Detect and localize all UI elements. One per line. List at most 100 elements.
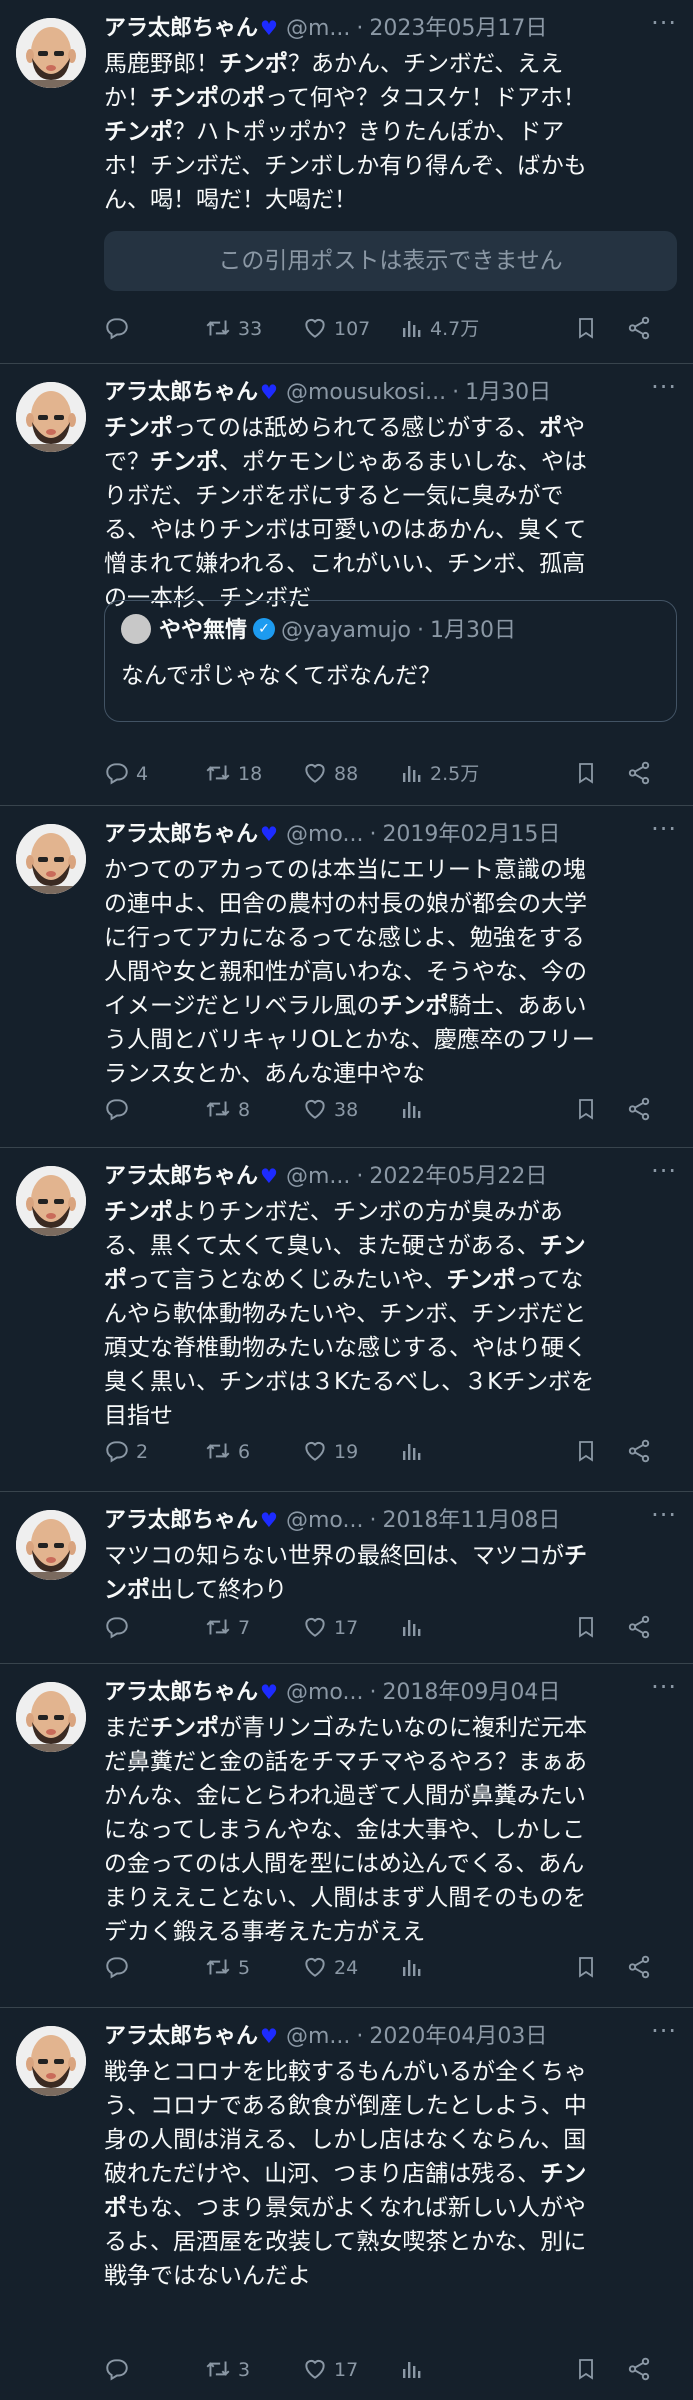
avatar[interactable] xyxy=(16,1166,86,1236)
like-button[interactable]: 107 xyxy=(302,311,370,347)
like-button[interactable]: 17 xyxy=(302,2352,358,2388)
post-date[interactable]: 2020年04月03日 xyxy=(369,2024,547,2049)
reply-button[interactable]: 4 xyxy=(104,756,148,792)
views-button[interactable] xyxy=(400,1434,430,1470)
verified-badge-icon: ✓ xyxy=(253,618,276,640)
post[interactable]: アラ太郎ちゃん ♥ @m... · 2022年05月22日 ··· チンポよりチンボだ、… xyxy=(0,1148,693,1492)
reply-button[interactable] xyxy=(104,311,136,347)
share-button[interactable] xyxy=(626,1092,652,1128)
handle[interactable]: @mo... xyxy=(286,1680,363,1705)
share-button[interactable] xyxy=(626,1434,652,1470)
reply-icon xyxy=(104,1440,130,1463)
avatar[interactable] xyxy=(16,18,86,88)
views-button[interactable] xyxy=(400,1950,430,1986)
views-button[interactable]: 2.5万 xyxy=(400,756,479,792)
more-options-icon[interactable]: ··· xyxy=(651,814,677,854)
bookmark-button[interactable] xyxy=(574,1610,598,1646)
share-button[interactable] xyxy=(626,311,652,347)
post-date[interactable]: 2018年11月08日 xyxy=(382,1508,560,1533)
display-name[interactable]: アラ太郎ちゃん xyxy=(104,822,258,847)
bookmark-button[interactable] xyxy=(574,1092,598,1128)
repost-button[interactable]: 5 xyxy=(204,1950,250,1986)
display-name[interactable]: アラ太郎ちゃん xyxy=(104,1680,258,1705)
avatar[interactable] xyxy=(16,1510,86,1580)
like-button[interactable]: 24 xyxy=(302,1950,358,1986)
post-date[interactable]: 2018年09月04日 xyxy=(382,1680,560,1705)
text-run: まりええことない、人間はまず人間そのものを xyxy=(104,1885,587,1911)
text-run: ホ！チンボだ、チンボしか有り得んぞ、ばかも xyxy=(104,153,587,179)
more-options-icon[interactable]: ··· xyxy=(651,1156,677,1196)
repost-button[interactable]: 7 xyxy=(204,1610,250,1646)
highlighted-text: チンポ xyxy=(379,993,449,1019)
more-options-icon[interactable]: ··· xyxy=(651,8,677,48)
post-text-line: の金ってのは人間を型にはめ込んでくる、あん xyxy=(104,1847,677,1881)
avatar[interactable] xyxy=(16,2026,86,2096)
handle[interactable]: @m... xyxy=(286,2024,350,2049)
display-name[interactable]: アラ太郎ちゃん xyxy=(104,2024,258,2049)
views-button[interactable]: 4.7万 xyxy=(400,311,479,347)
views-button[interactable] xyxy=(400,1610,430,1646)
reply-button[interactable] xyxy=(104,1950,136,1986)
share-button[interactable] xyxy=(626,1950,652,1986)
post[interactable]: アラ太郎ちゃん ♥ @m... · 2023年05月17日 ··· 馬鹿野郎！チンポ？あ… xyxy=(0,0,693,364)
avatar[interactable] xyxy=(16,824,86,894)
repost-button[interactable]: 18 xyxy=(204,756,262,792)
quoted-post[interactable]: やや無情 ✓ @yayamujo · 1月30日 なんでポじゃなくてボなんだ？ xyxy=(104,600,677,722)
more-options-icon[interactable]: ··· xyxy=(651,1500,677,1540)
blue-heart-icon: ♥ xyxy=(260,16,278,40)
avatar[interactable] xyxy=(16,382,86,452)
text-run: の xyxy=(219,85,242,111)
post[interactable]: アラ太郎ちゃん ♥ @mo... · 2018年11月08日 ··· マツコの知らない世… xyxy=(0,1492,693,1664)
bookmark-button[interactable] xyxy=(574,756,598,792)
repost-button[interactable]: 3 xyxy=(204,2352,250,2388)
more-options-icon[interactable]: ··· xyxy=(651,2016,677,2056)
display-name[interactable]: アラ太郎ちゃん xyxy=(104,1164,258,1189)
like-button[interactable]: 38 xyxy=(302,1092,358,1128)
like-button[interactable]: 88 xyxy=(302,756,358,792)
repost-button[interactable]: 8 xyxy=(204,1092,250,1128)
share-icon xyxy=(626,2357,652,2381)
handle[interactable]: @m... xyxy=(286,1164,350,1189)
bookmark-button[interactable] xyxy=(574,311,598,347)
repost-count: 3 xyxy=(238,2359,251,2381)
post[interactable]: アラ太郎ちゃん ♥ @mousukosi... · 1月30日 ··· チンポってのは舐… xyxy=(0,364,693,806)
post[interactable]: アラ太郎ちゃん ♥ @mo... · 2018年09月04日 ··· まだチンポが青リン… xyxy=(0,1664,693,2008)
handle[interactable]: @m... xyxy=(286,16,350,41)
repost-button[interactable]: 6 xyxy=(204,1434,250,1470)
handle[interactable]: @mo... xyxy=(286,1508,363,1533)
post-date[interactable]: 1月30日 xyxy=(465,380,551,405)
share-button[interactable] xyxy=(626,756,652,792)
views-button[interactable] xyxy=(400,2352,430,2388)
bookmark-button[interactable] xyxy=(574,2352,598,2388)
post-date[interactable]: 2022年05月22日 xyxy=(369,1164,547,1189)
quoted-text: なんでポじゃなくてボなんだ？ xyxy=(121,663,442,689)
highlighted-text: チンポ xyxy=(219,51,288,77)
more-options-icon[interactable]: ··· xyxy=(651,1672,677,1712)
text-run: で？ xyxy=(104,449,150,475)
views-button[interactable] xyxy=(400,1092,430,1128)
post-date[interactable]: 2023年05月17日 xyxy=(369,16,547,41)
display-name[interactable]: アラ太郎ちゃん xyxy=(104,380,258,405)
bookmark-button[interactable] xyxy=(574,1434,598,1470)
avatar[interactable] xyxy=(16,1682,86,1752)
like-button[interactable]: 17 xyxy=(302,1610,358,1646)
post[interactable]: アラ太郎ちゃん ♥ @mo... · 2019年02月15日 ··· かつてのアカっての… xyxy=(0,806,693,1148)
handle[interactable]: @mousukosi... xyxy=(286,380,446,405)
share-button[interactable] xyxy=(626,1610,652,1646)
handle[interactable]: @mo... xyxy=(286,822,363,847)
repost-icon xyxy=(204,1441,232,1463)
display-name[interactable]: アラ太郎ちゃん xyxy=(104,16,258,41)
bookmark-button[interactable] xyxy=(574,1950,598,1986)
post-text-line: チンポよりチンボだ、チンボの方が臭みがあ xyxy=(104,1195,677,1229)
like-button[interactable]: 19 xyxy=(302,1434,358,1470)
post[interactable]: アラ太郎ちゃん ♥ @m... · 2020年04月03日 ··· 戦争とコロナを比較す… xyxy=(0,2008,693,2400)
more-options-icon[interactable]: ··· xyxy=(651,372,677,412)
reply-button[interactable] xyxy=(104,1092,136,1128)
reply-button[interactable]: 2 xyxy=(104,1434,148,1470)
share-button[interactable] xyxy=(626,2352,652,2388)
display-name[interactable]: アラ太郎ちゃん xyxy=(104,1508,258,1533)
reply-button[interactable] xyxy=(104,1610,136,1646)
repost-button[interactable]: 33 xyxy=(204,311,262,347)
reply-button[interactable] xyxy=(104,2352,136,2388)
post-date[interactable]: 2019年02月15日 xyxy=(382,822,560,847)
